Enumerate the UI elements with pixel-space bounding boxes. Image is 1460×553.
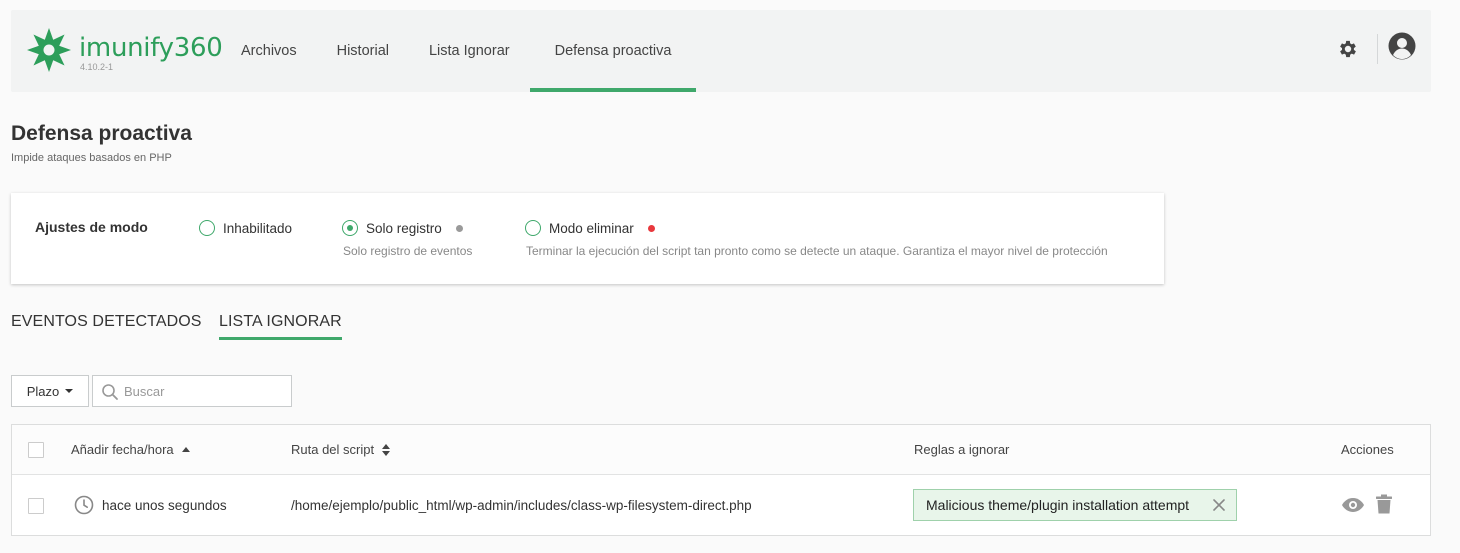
status-dot-grey-icon	[455, 224, 463, 232]
mode-settings-label: Ajustes de modo	[35, 219, 148, 235]
column-header-reglas: Reglas a ignorar	[914, 442, 1009, 457]
mode-option-inhabilitado[interactable]: Inhabilitado	[199, 220, 292, 236]
imunify-logo[interactable]: imunify360 4.10.2-1	[25, 26, 225, 76]
radio-solo-registro[interactable]	[342, 220, 358, 236]
mode-option-modo-eliminar[interactable]: Modo eliminar	[525, 220, 655, 236]
nav-historial[interactable]: Historial	[317, 10, 409, 92]
mode-settings-card: Ajustes de modo Inhabilitado Solo regist…	[11, 193, 1164, 284]
tab-lista-ignorar[interactable]: LISTA IGNORAR	[219, 313, 342, 340]
main-nav: Archivos Historial Lista Ignorar Defensa…	[221, 10, 697, 92]
row-script-path: /home/ejemplo/public_html/wp-admin/inclu…	[291, 498, 752, 513]
column-label: Ruta del script	[291, 442, 375, 457]
column-label: Acciones	[1341, 442, 1394, 457]
mode-option-label: Inhabilitado	[223, 220, 293, 236]
eye-icon[interactable]	[1341, 496, 1365, 514]
imunify-logo-icon	[27, 28, 71, 72]
column-label: Reglas a ignorar	[914, 442, 1010, 457]
sort-asc-icon	[181, 447, 190, 452]
clock-icon	[74, 495, 94, 515]
column-label: Añadir fecha/hora	[71, 442, 174, 457]
header-divider	[1377, 34, 1378, 64]
column-header-fecha[interactable]: Añadir fecha/hora	[71, 442, 190, 457]
nav-lista-ignorar[interactable]: Lista Ignorar	[409, 10, 530, 92]
rule-tag-label: Malicious theme/plugin installation atte…	[926, 497, 1190, 513]
search-box	[92, 375, 292, 407]
mode-option-desc: Solo registro de eventos	[343, 244, 473, 258]
nav-archivos[interactable]: Archivos	[221, 10, 317, 92]
mode-option-label: Modo eliminar	[549, 220, 634, 236]
sort-icon	[382, 443, 391, 456]
radio-modo-eliminar[interactable]	[525, 220, 541, 236]
column-header-ruta[interactable]: Ruta del script	[291, 442, 391, 457]
close-icon[interactable]	[1212, 498, 1226, 512]
search-input[interactable]	[124, 380, 284, 402]
ignore-list-table: Añadir fecha/hora Ruta del script Reglas…	[11, 424, 1431, 536]
app-version: 4.10.2-1	[80, 62, 114, 72]
page-subtitle: Impide ataques basados en PHP	[11, 152, 172, 164]
status-dot-red-icon	[647, 224, 655, 232]
search-icon	[102, 384, 118, 400]
top-header: imunify360 4.10.2-1 Archivos Historial L…	[11, 10, 1431, 92]
gear-icon[interactable]	[1337, 38, 1359, 60]
nav-defensa-proactiva[interactable]: Defensa proactiva	[529, 10, 697, 92]
caret-down-icon	[65, 389, 74, 393]
logo-text: imunify360	[79, 33, 223, 63]
row-time: hace unos segundos	[102, 498, 227, 513]
table-header: Añadir fecha/hora Ruta del script Reglas…	[12, 425, 1430, 475]
trash-icon[interactable]	[1376, 494, 1392, 514]
rule-tag: Malicious theme/plugin installation atte…	[913, 489, 1237, 521]
user-avatar-icon[interactable]	[1388, 32, 1416, 60]
row-checkbox[interactable]	[28, 498, 44, 514]
plazo-label: Plazo	[26, 383, 60, 399]
mode-option-label: Solo registro	[366, 220, 442, 236]
mode-option-desc: Terminar la ejecución del script tan pro…	[526, 244, 1108, 258]
select-all-checkbox[interactable]	[28, 442, 44, 458]
page-title: Defensa proactiva	[11, 122, 192, 145]
plazo-dropdown[interactable]: Plazo	[11, 375, 89, 407]
tab-eventos-detectados[interactable]: EVENTOS DETECTADOS	[11, 313, 202, 331]
column-header-acciones: Acciones	[1341, 442, 1394, 457]
radio-inhabilitado[interactable]	[199, 220, 215, 236]
mode-option-solo-registro[interactable]: Solo registro	[342, 220, 463, 236]
